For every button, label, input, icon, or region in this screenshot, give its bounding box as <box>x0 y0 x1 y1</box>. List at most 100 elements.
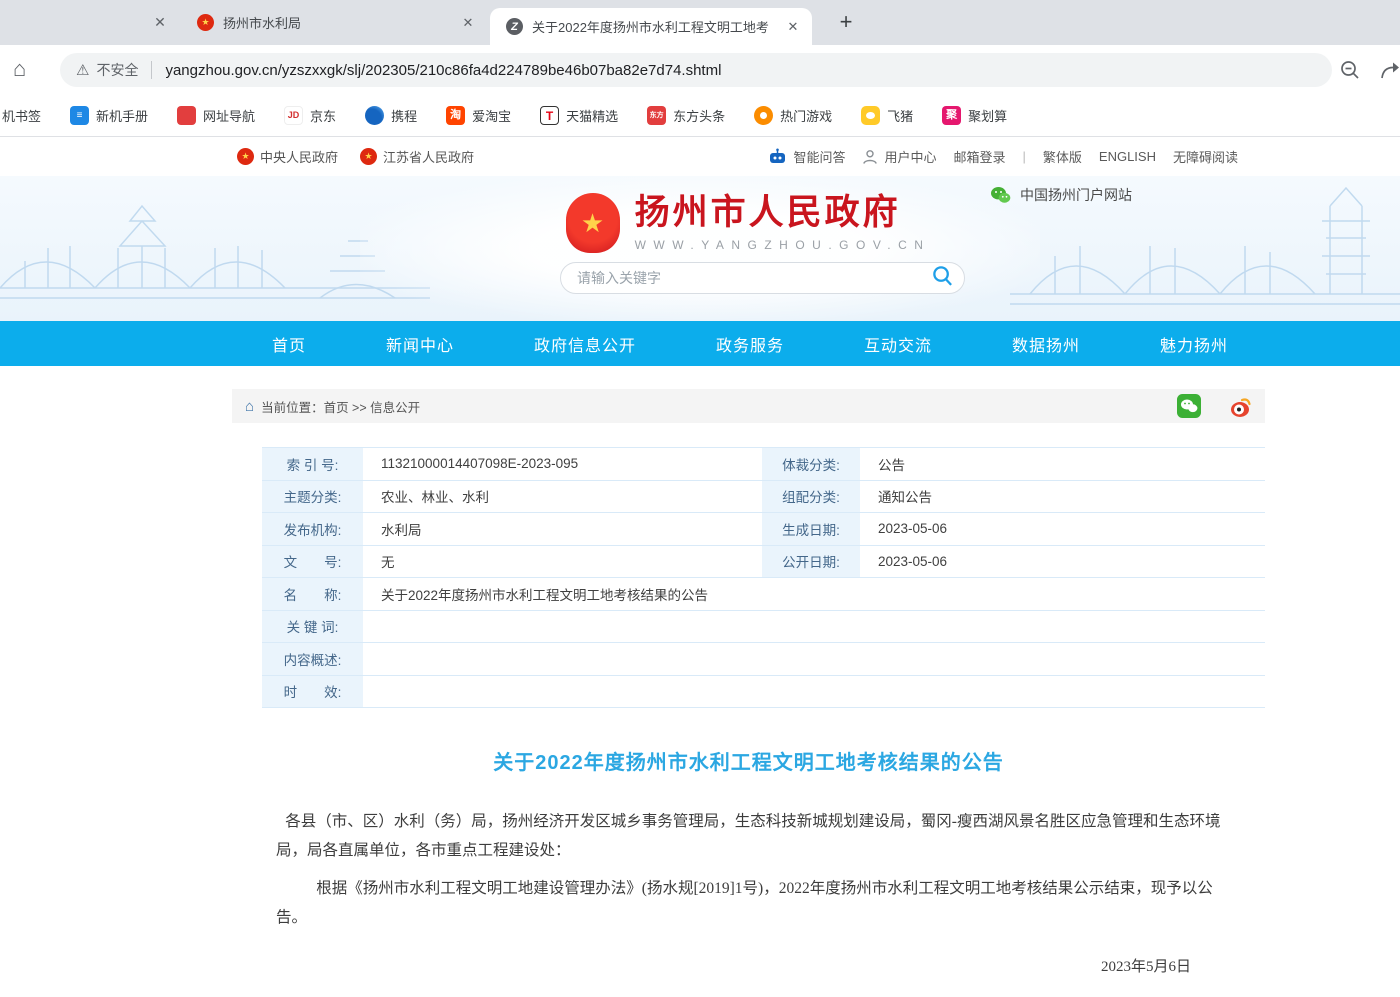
bookmark-fliggy[interactable]: 飞猪 <box>861 106 913 125</box>
field-label: 组配分类: <box>760 481 862 513</box>
close-icon[interactable]: ✕ <box>150 12 170 32</box>
bookmark-juhuasuan[interactable]: 聚 聚划算 <box>942 106 1007 125</box>
link-central-government[interactable]: ★ 中央人民政府 <box>237 147 338 166</box>
table-row: 发布机构: 水利局 生成日期: 2023-05-06 <box>262 513 1265 546</box>
nav-item-services[interactable]: 政务服务 <box>716 332 784 356</box>
link-label: 中央人民政府 <box>260 147 338 166</box>
link-label: 繁体版 <box>1043 147 1082 166</box>
field-value-publish-date: 2023-05-06 <box>862 546 1265 578</box>
table-row: 内容概述: <box>262 643 1265 676</box>
bookmark-aitaobao[interactable]: 淘 爱淘宝 <box>446 106 511 125</box>
link-english[interactable]: ENGLISH <box>1099 149 1156 164</box>
site-header: ★ 扬州市人民政府 WWW.YANGZHOU.GOV.CN 中国扬州门户网站 <box>0 176 1400 321</box>
site-url-text: WWW.YANGZHOU.GOV.CN <box>635 238 931 252</box>
link-mail-login[interactable]: 邮箱登录 <box>953 147 1005 166</box>
bookmark-label: 天猫精选 <box>566 106 618 125</box>
link-smart-qa[interactable]: 智能问答 <box>768 147 845 166</box>
bookmark-label: 爱淘宝 <box>472 106 511 125</box>
share-weibo-icon[interactable] <box>1228 394 1253 419</box>
nav-item-data[interactable]: 数据扬州 <box>1012 332 1080 356</box>
page-content: ⌂ 当前位置：首页 >> 信息公开 索 引 号: 113210000144070… <box>232 389 1265 997</box>
bookmark-hot-games[interactable]: 热门游戏 <box>754 106 832 125</box>
link-label: 无障碍阅读 <box>1173 147 1238 166</box>
field-value-index-number: 11321000014407098E-2023-095 <box>365 448 760 480</box>
wechat-icon <box>990 186 1011 204</box>
url-text[interactable]: yangzhou.gov.cn/yzszxxgk/slj/202305/210c… <box>165 62 721 79</box>
field-value-keywords <box>365 611 1265 643</box>
bookmark-eastday[interactable]: 东方 东方头条 <box>647 106 725 125</box>
table-row: 索 引 号: 11321000014407098E-2023-095 体裁分类:… <box>262 448 1265 481</box>
bookmark-tmall[interactable]: T 天猫精选 <box>540 106 618 125</box>
close-icon[interactable]: ✕ <box>459 14 477 32</box>
bookmark-mobile-bookmarks[interactable]: 机书签 <box>2 106 41 125</box>
field-value-create-date: 2023-05-06 <box>862 513 1265 545</box>
link-traditional-chinese[interactable]: 繁体版 <box>1043 147 1082 166</box>
field-value-issuing-agency: 水利局 <box>365 513 760 545</box>
not-secure-warning-icon: ⚠ <box>76 61 89 79</box>
link-label: ENGLISH <box>1099 149 1156 164</box>
site-logo[interactable]: ★ 扬州市人民政府 WWW.YANGZHOU.GOV.CN <box>48 193 1400 253</box>
nav-item-interaction[interactable]: 互动交流 <box>864 332 932 356</box>
bookmark-new-device-manual[interactable]: ≡ 新机手册 <box>70 106 148 125</box>
eastday-icon: 东方 <box>647 106 666 125</box>
gov-links-bar: ★ 中央人民政府 ★ 江苏省人民政府 智能问答 用户中心 邮箱登录 | <box>0 137 1400 176</box>
jd-icon: JD <box>284 106 303 125</box>
new-tab-button[interactable]: + <box>832 9 860 37</box>
field-label: 内容概述: <box>262 643 365 675</box>
bookmark-label: 聚划算 <box>968 106 1007 125</box>
security-label[interactable]: 不安全 <box>96 60 138 80</box>
share-icon[interactable] <box>1378 58 1400 82</box>
game-icon <box>754 106 773 125</box>
nav-item-info-disclosure[interactable]: 政府信息公开 <box>534 332 636 356</box>
zoom-out-icon[interactable] <box>1338 58 1362 82</box>
tmall-icon: T <box>540 106 559 125</box>
table-row: 文 号: 无 公开日期: 2023-05-06 <box>262 546 1265 579</box>
nav-site-icon <box>177 106 196 125</box>
field-label: 公开日期: <box>760 546 862 578</box>
manual-icon: ≡ <box>70 106 89 125</box>
bookmark-label: 东方头条 <box>673 106 725 125</box>
field-label: 时 效: <box>262 676 365 708</box>
breadcrumb: ⌂ 当前位置：首页 >> 信息公开 <box>232 389 1265 423</box>
nav-item-charm[interactable]: 魅力扬州 <box>1160 332 1228 356</box>
home-icon[interactable]: ⌂ <box>13 56 26 82</box>
link-jiangsu-government[interactable]: ★ 江苏省人民政府 <box>360 147 474 166</box>
search-input[interactable] <box>577 270 931 286</box>
national-emblem-favicon-icon: ★ <box>197 14 214 31</box>
robot-icon <box>768 148 787 165</box>
tab-yangzhou-water-bureau[interactable]: ★ 扬州市水利局 ✕ <box>183 0 485 45</box>
link-accessibility[interactable]: 无障碍阅读 <box>1173 147 1238 166</box>
search-box <box>560 262 965 294</box>
address-bar[interactable]: ⚠ 不安全 yangzhou.gov.cn/yzszxxgk/slj/20230… <box>60 53 1332 87</box>
link-user-center[interactable]: 用户中心 <box>862 147 936 166</box>
bookmark-label: 飞猪 <box>887 106 913 125</box>
article: 关于2022年度扬州市水利工程文明工地考核结果的公告 各县（市、区）水利（务）局… <box>232 746 1265 997</box>
site-favicon-icon: Z <box>506 18 523 35</box>
tab-announcement-active[interactable]: Z 关于2022年度扬州市水利工程文明工地考 ✕ <box>490 8 812 45</box>
link-label: 智能问答 <box>793 147 845 166</box>
portal-label: 中国扬州门户网站 <box>990 185 1132 205</box>
taobao-icon: 淘 <box>446 106 465 125</box>
table-row: 时 效: <box>262 676 1265 709</box>
field-label: 发布机构: <box>262 513 365 545</box>
bookmarks-bar: 机书签 ≡ 新机手册 网址导航 JD 京东 携程 淘 爱淘宝 T 天猫精选 东方… <box>0 95 1400 137</box>
link-label: 江苏省人民政府 <box>383 147 474 166</box>
field-value-doc-number: 无 <box>365 546 760 578</box>
bookmark-jd[interactable]: JD 京东 <box>284 106 336 125</box>
field-value-title: 关于2022年度扬州市水利工程文明工地考核结果的公告 <box>365 578 1265 610</box>
bookmark-label: 携程 <box>391 106 417 125</box>
breadcrumb-text[interactable]: 当前位置：首页 >> 信息公开 <box>261 397 420 416</box>
field-value-topic-category: 农业、林业、水利 <box>365 481 760 513</box>
home-icon[interactable]: ⌂ <box>245 399 254 414</box>
field-label: 生成日期: <box>760 513 862 545</box>
tab-title: 扬州市水利局 <box>223 13 451 32</box>
nav-item-news[interactable]: 新闻中心 <box>386 332 454 356</box>
ctrip-icon <box>365 106 384 125</box>
close-icon[interactable]: ✕ <box>784 18 802 36</box>
divider <box>151 61 152 79</box>
bookmark-ctrip[interactable]: 携程 <box>365 106 417 125</box>
search-icon[interactable] <box>931 264 954 292</box>
nav-item-home[interactable]: 首页 <box>272 332 306 356</box>
share-wechat-icon[interactable] <box>1177 394 1201 418</box>
bookmark-url-navigation[interactable]: 网址导航 <box>177 106 255 125</box>
